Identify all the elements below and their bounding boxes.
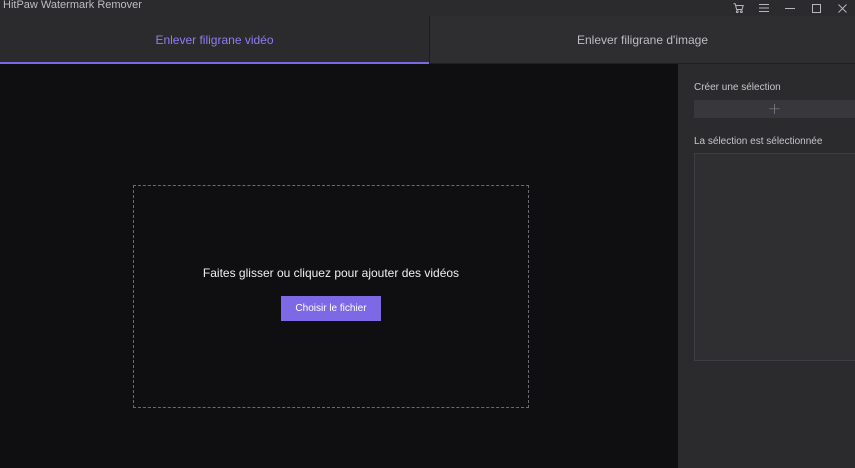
selection-panel: Créer une sélection + La sélection est s… xyxy=(678,64,855,468)
window-title: HitPaw Watermark Remover xyxy=(3,0,142,11)
selected-selection-label: La sélection est sélectionnée xyxy=(694,136,823,147)
tab-image-label: Enlever filigrane d'image xyxy=(576,33,709,47)
selection-list[interactable] xyxy=(694,153,855,361)
title-bar: HitPaw Watermark Remover xyxy=(0,0,855,16)
choose-file-button[interactable]: Choisir le fichier xyxy=(281,296,381,321)
plus-icon: + xyxy=(767,99,782,118)
cart-icon[interactable] xyxy=(725,0,751,16)
tab-video-label: Enlever filigrane vidéo xyxy=(155,33,274,47)
video-dropzone[interactable]: Faites glisser ou cliquez pour ajouter d… xyxy=(133,185,529,408)
tab-bar: Enlever filigrane vidéo Enlever filigran… xyxy=(0,16,855,64)
app-window: HitPaw Watermark Remover Enlever filigra… xyxy=(0,0,855,468)
dropzone-text: Faites glisser ou cliquez pour ajouter d… xyxy=(202,266,460,280)
window-controls xyxy=(725,0,855,16)
maximize-icon[interactable] xyxy=(803,0,829,16)
tab-image-watermark[interactable]: Enlever filigrane d'image xyxy=(429,16,855,64)
create-selection-label: Créer une sélection xyxy=(694,82,781,93)
main-area: Faites glisser ou cliquez pour ajouter d… xyxy=(0,64,678,468)
add-selection-button[interactable]: + xyxy=(694,100,855,118)
tab-video-watermark[interactable]: Enlever filigrane vidéo xyxy=(0,16,429,64)
menu-icon[interactable] xyxy=(751,0,777,16)
minimize-icon[interactable] xyxy=(777,0,803,16)
close-icon[interactable] xyxy=(829,0,855,16)
